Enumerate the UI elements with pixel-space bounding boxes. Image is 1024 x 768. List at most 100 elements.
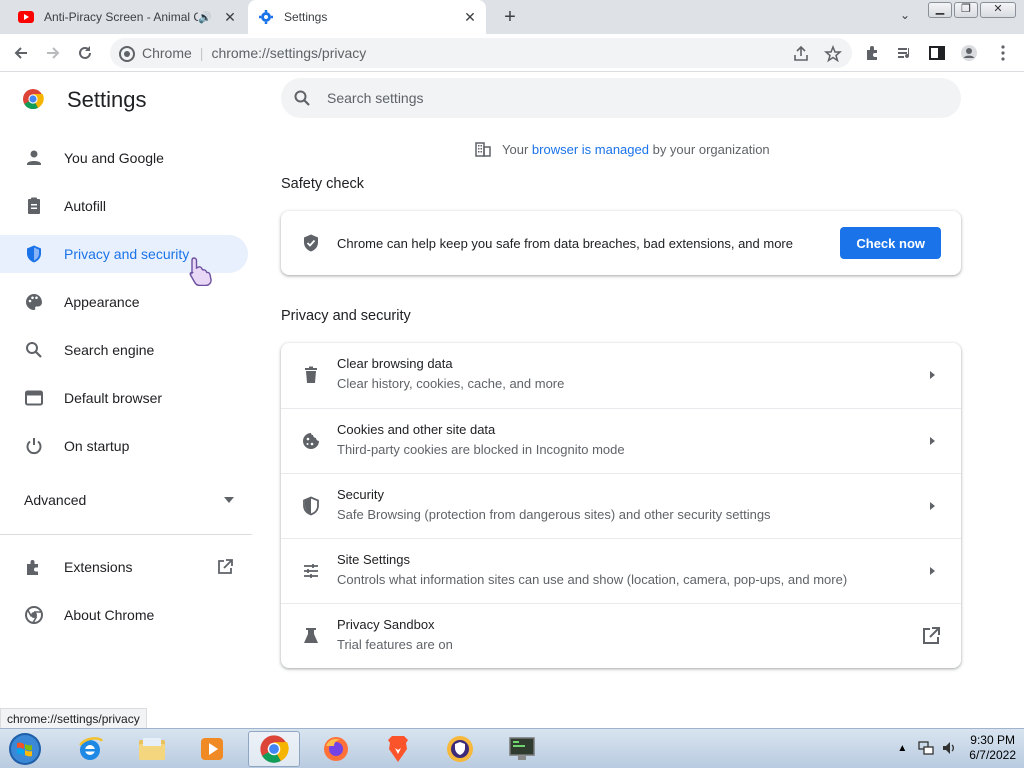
row-security[interactable]: Security Safe Browsing (protection from … (281, 473, 961, 538)
tab-strip: Anti-Piracy Screen - Animal C 🔊 ✕ Settin… (0, 0, 1024, 34)
sidebar-item-appearance[interactable]: Appearance (0, 283, 248, 321)
profile-avatar-icon[interactable] (960, 44, 978, 62)
search-settings-field[interactable]: Search settings (281, 78, 961, 118)
row-title: Cookies and other site data (337, 422, 496, 437)
page-title: Settings (67, 87, 147, 112)
chrome-icon (119, 46, 135, 62)
tab-anti-piracy[interactable]: Anti-Piracy Screen - Animal C 🔊 ✕ (8, 0, 246, 34)
taskbar-chrome[interactable] (248, 731, 300, 767)
puzzle-icon (27, 560, 38, 575)
minimize-button[interactable]: ▁ (928, 2, 952, 18)
row-subtitle: Safe Browsing (protection from dangerous… (337, 507, 771, 522)
check-now-button[interactable]: Check now (840, 227, 941, 259)
clock-date: 6/7/2022 (969, 748, 1016, 762)
speaker-icon[interactable]: 🔊 (198, 11, 214, 24)
vpn-shield-icon (447, 736, 473, 762)
arrow-right-icon (930, 502, 935, 510)
taskbar-terminal[interactable] (496, 731, 548, 767)
taskbar-clock[interactable]: 9:30 PM 6/7/2022 (969, 733, 1016, 763)
shield-half-icon (303, 496, 319, 516)
managed-notice: Your browser is managed by your organiza… (474, 140, 770, 158)
managed-link[interactable]: browser is managed (532, 142, 649, 157)
show-hidden-icons[interactable]: ▲ (897, 743, 907, 754)
monitor-icon (509, 737, 535, 760)
browser-icon (25, 390, 43, 406)
row-clear-browsing-data[interactable]: Clear browsing data Clear history, cooki… (281, 343, 961, 408)
firefox-icon (324, 737, 348, 761)
shield-check-icon (304, 234, 318, 252)
safety-check-text: Chrome can help keep you safe from data … (337, 235, 793, 251)
sidebar-item-label: Appearance (64, 294, 140, 310)
managed-prefix: Your (502, 141, 529, 157)
chrome-logo-icon (23, 89, 44, 110)
windows-start-icon[interactable] (2, 730, 48, 768)
clock-time: 9:30 PM (970, 733, 1015, 747)
extensions-icon[interactable] (864, 44, 882, 62)
sidebar-item-label: Default browser (64, 390, 163, 406)
toolbar: Chrome | chrome://settings/privacy (0, 34, 1024, 72)
taskbar-explorer[interactable] (126, 731, 178, 767)
sidebar-item-extensions[interactable]: Extensions (0, 548, 248, 586)
sidebar-item-label: Extensions (64, 559, 133, 575)
settings-sidebar: Settings You and Google Autofill Privacy… (0, 72, 256, 730)
close-tab-icon[interactable]: ✕ (220, 9, 240, 26)
tab-settings[interactable]: Settings ✕ (248, 0, 486, 34)
sidebar-item-search-engine[interactable]: Search engine (0, 331, 248, 369)
address-bar[interactable]: Chrome | chrome://settings/privacy (110, 38, 852, 68)
close-window-button[interactable]: ✕ (980, 2, 1016, 18)
system-tray: ▲ 9:30 PM 6/7/2022 (897, 733, 1016, 763)
clipboard-icon (28, 197, 40, 214)
side-panel-icon[interactable] (928, 44, 946, 62)
row-subtitle: Clear history, cookies, cache, and more (337, 376, 565, 391)
chevron-down-icon (224, 497, 234, 503)
sidebar-item-label: Search engine (64, 342, 155, 358)
row-title: Site Settings (337, 552, 410, 567)
taskbar-firefox[interactable] (310, 731, 362, 767)
advanced-label: Advanced (24, 492, 87, 508)
share-icon[interactable] (792, 45, 810, 63)
reload-icon (79, 46, 91, 59)
safety-check-card: Chrome can help keep you safe from data … (281, 211, 961, 275)
restore-button[interactable]: ❐ (954, 2, 978, 18)
row-subtitle: Controls what information sites can use … (337, 572, 848, 587)
sidebar-item-label: About Chrome (64, 607, 155, 623)
volume-icon[interactable] (941, 740, 957, 756)
network-icon[interactable] (917, 740, 935, 756)
sidebar-item-autofill[interactable]: Autofill (0, 187, 248, 225)
row-title: Security (337, 487, 384, 502)
taskbar-ie[interactable] (64, 731, 116, 767)
close-tab-icon[interactable]: ✕ (460, 9, 480, 26)
folder-icon (139, 738, 165, 760)
sidebar-divider (0, 534, 252, 535)
tab-search-icon[interactable]: ⌄ (896, 8, 914, 26)
forward-button[interactable] (40, 40, 66, 66)
sidebar-item-about-chrome[interactable]: About Chrome (0, 596, 248, 634)
reload-button[interactable] (72, 40, 98, 66)
row-site-settings[interactable]: Site Settings Controls what information … (281, 538, 961, 603)
new-tab-button[interactable]: + (498, 5, 522, 29)
star-icon[interactable] (824, 45, 842, 63)
sidebar-item-on-startup[interactable]: On startup (0, 427, 248, 465)
privacy-heading: Privacy and security (281, 308, 411, 324)
url-text: chrome://settings/privacy (211, 45, 367, 61)
menu-kebab-icon[interactable] (994, 44, 1012, 62)
back-button[interactable] (8, 40, 34, 66)
tab-title: Anti-Piracy Screen - Animal C (44, 10, 198, 24)
tab-title: Settings (284, 10, 328, 24)
sidebar-item-you-and-google[interactable]: You and Google (0, 139, 248, 177)
taskbar-vpn[interactable] (434, 731, 486, 767)
status-bubble: chrome://settings/privacy (0, 708, 147, 730)
taskbar-brave[interactable] (372, 731, 424, 767)
trash-icon (305, 366, 317, 383)
row-title: Clear browsing data (337, 356, 453, 371)
row-cookies[interactable]: Cookies and other site data Third-party … (281, 408, 961, 473)
omnibox-separator: | (199, 45, 204, 61)
row-privacy-sandbox[interactable]: Privacy Sandbox Trial features are on (281, 603, 961, 668)
media-control-icon[interactable] (896, 44, 914, 62)
external-link-icon (923, 627, 940, 644)
advanced-toggle[interactable]: Advanced (24, 492, 234, 508)
sliders-icon (304, 564, 318, 578)
taskbar-media-player[interactable] (186, 731, 238, 767)
chrome-outline-icon (25, 606, 43, 624)
sidebar-item-default-browser[interactable]: Default browser (0, 379, 248, 417)
